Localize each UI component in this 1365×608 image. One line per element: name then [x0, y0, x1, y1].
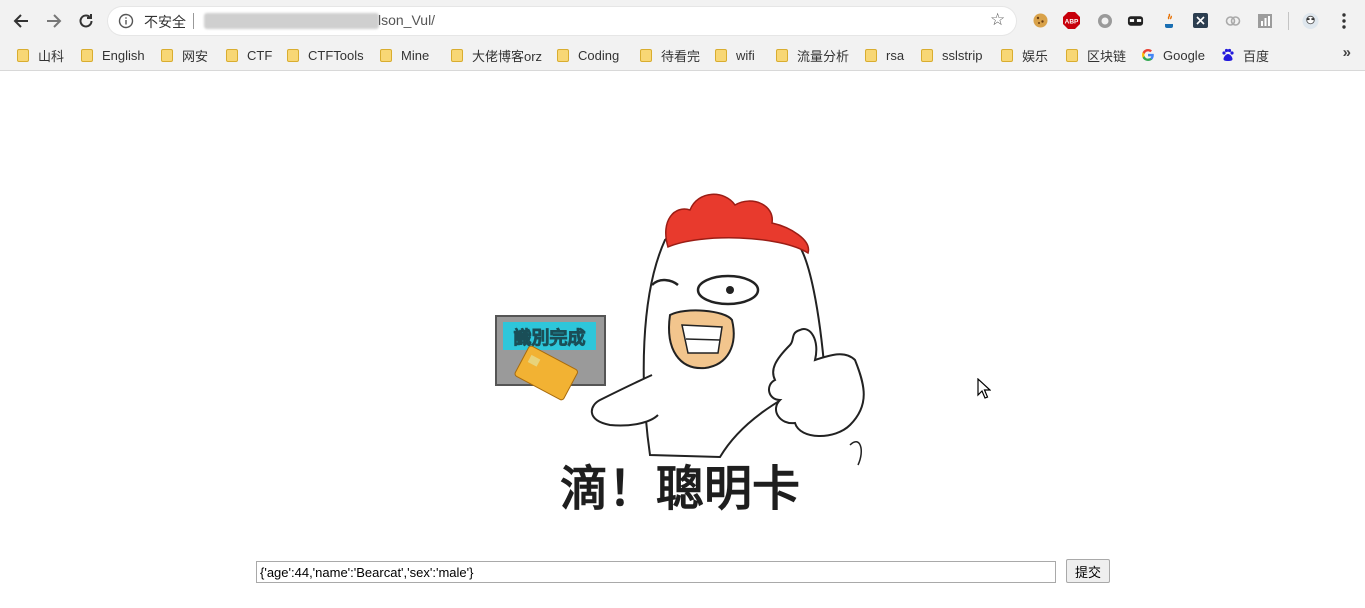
reload-icon [79, 14, 93, 28]
bookmark-item[interactable]: Mine [380, 46, 429, 64]
folder-icon [161, 48, 173, 62]
bookmark-item[interactable]: rsa [865, 46, 904, 64]
bookmark-item[interactable]: 大佬博客orz [451, 46, 542, 64]
browser-toolbar: 不安全 lson_Vul/ ☆ ABP [0, 0, 1365, 40]
folder-icon [1001, 48, 1013, 62]
circle-extension-icon[interactable] [1096, 12, 1113, 29]
java-extension-icon[interactable] [1160, 12, 1177, 29]
folder-icon [81, 48, 93, 62]
security-label: 不安全 [144, 14, 186, 30]
url-text: lson_Vul/ [378, 12, 436, 28]
folder-icon [921, 48, 933, 62]
mask-extension-icon[interactable] [1127, 12, 1144, 29]
profile-avatar-icon[interactable] [1302, 12, 1319, 29]
bookmarks-overflow-icon[interactable]: » [1343, 44, 1351, 61]
folder-icon [640, 48, 652, 62]
chain-extension-icon[interactable] [1224, 12, 1241, 29]
toolbar-divider [1288, 12, 1289, 30]
folder-icon [287, 48, 299, 62]
info-icon [118, 13, 134, 29]
x-extension-icon[interactable] [1192, 12, 1209, 29]
meme-caption: 滴！聰明卡 [560, 461, 800, 517]
folder-icon [380, 48, 392, 62]
address-bar[interactable]: 不安全 lson_Vul/ ☆ [108, 7, 1016, 35]
folder-icon [17, 48, 29, 62]
reload-button[interactable] [74, 9, 98, 33]
bookmark-item[interactable]: 娱乐 [1001, 46, 1048, 64]
menu-kebab-icon[interactable] [1335, 12, 1352, 29]
folder-icon [557, 48, 569, 62]
cookie-extension-icon[interactable] [1032, 12, 1049, 29]
back-button[interactable] [9, 9, 33, 33]
forward-button[interactable] [42, 9, 66, 33]
adblock-plus-icon[interactable]: ABP [1063, 12, 1080, 29]
bookmark-item[interactable]: English [81, 46, 145, 64]
chart-extension-icon[interactable] [1256, 12, 1273, 29]
json-input[interactable] [256, 561, 1056, 583]
svg-text:ABP: ABP [1065, 19, 1079, 26]
google-icon [1142, 49, 1154, 61]
forward-arrow-icon [47, 14, 62, 28]
submit-button[interactable]: 提交 [1066, 559, 1110, 583]
baidu-icon [1222, 48, 1234, 61]
bookmark-item[interactable]: wifi [715, 46, 755, 64]
bookmark-item[interactable]: Coding [557, 46, 619, 64]
bookmark-item[interactable]: 流量分析 [776, 46, 849, 64]
bookmark-item[interactable]: sslstrip [921, 46, 982, 64]
bookmark-item[interactable]: 网安 [161, 46, 208, 64]
bookmarks-bar: 山科 English 网安 CTF CTFTools Mine 大佬博客orz … [0, 40, 1365, 71]
folder-icon [451, 48, 463, 62]
mouse-cursor-icon [977, 378, 991, 399]
bookmark-item-baidu[interactable]: 百度 [1221, 46, 1269, 64]
bookmark-item[interactable]: CTFTools [287, 46, 364, 64]
bookmark-item[interactable]: 区块链 [1066, 46, 1126, 64]
bookmark-item-google[interactable]: Google [1141, 46, 1205, 64]
card-reader-text: 識別完成 [514, 327, 586, 349]
folder-icon [776, 48, 788, 62]
bookmark-item[interactable]: CTF [226, 46, 272, 64]
back-arrow-icon [13, 14, 28, 28]
address-separator [193, 13, 194, 29]
folder-icon [865, 48, 877, 62]
folder-icon [226, 48, 238, 62]
chicken-meme-image: 識別完成 滴！聰明卡 [495, 193, 865, 517]
folder-icon [715, 48, 727, 62]
card-reader: 識別完成 [495, 315, 606, 401]
folder-icon [1066, 48, 1078, 62]
redacted-url-host [204, 13, 379, 29]
bookmark-item[interactable]: 待看完 [640, 46, 700, 64]
chicken-character [590, 193, 865, 466]
bookmark-star-icon[interactable]: ☆ [990, 10, 1005, 30]
bookmark-item[interactable]: 山科 [17, 46, 64, 64]
